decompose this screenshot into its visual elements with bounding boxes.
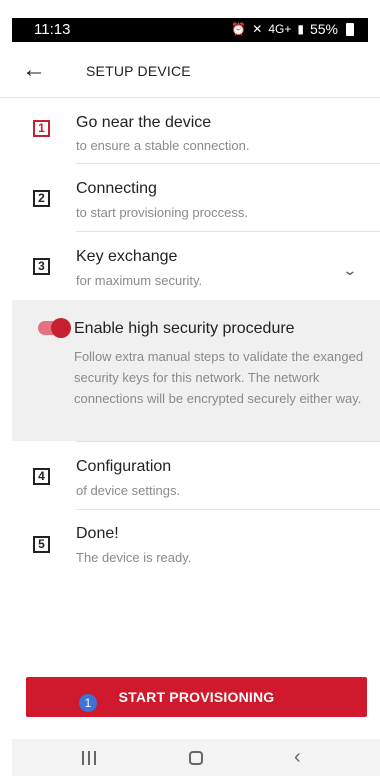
step-number: 1 (33, 120, 50, 137)
step-subtitle: for maximum security. (76, 273, 203, 288)
signal-icon: ▮ (297, 22, 304, 36)
status-bar: 11:13 ⏰ ✕ 4G+ ▮ 55% (0, 0, 380, 46)
divider (76, 231, 380, 232)
recent-apps-icon[interactable] (82, 751, 96, 765)
step-title: Connecting (76, 180, 157, 197)
status-time: 11:13 (34, 21, 71, 38)
chevron-left-icon[interactable]: ‹ (294, 746, 301, 769)
status-icons: ⏰ ✕ 4G+ ▮ 55% (231, 21, 354, 37)
step-number: 4 (33, 468, 50, 485)
security-title: Enable high security procedure (74, 320, 295, 337)
app-bar: ← SETUP DEVICE (0, 46, 380, 98)
battery-icon (346, 22, 354, 36)
high-security-toggle[interactable] (38, 318, 71, 338)
step-title: Done! (76, 525, 119, 542)
step-subtitle: to ensure a stable connection. (76, 138, 250, 153)
home-icon[interactable] (189, 751, 203, 765)
alarm-icon: ⏰ (231, 22, 247, 36)
arrow-left-icon[interactable]: ← (22, 56, 46, 84)
step-subtitle: The device is ready. (76, 550, 192, 565)
start-provisioning-button[interactable]: START PROVISIONING (26, 677, 367, 717)
chevron-down-icon[interactable]: ⌄ (343, 262, 358, 279)
notification-badge: 1 (79, 694, 97, 712)
mute-icon: ✕ (252, 22, 263, 36)
start-provisioning-label: START PROVISIONING (118, 689, 275, 705)
divider (76, 509, 380, 510)
divider (76, 163, 380, 164)
divider (76, 441, 380, 442)
security-description: Follow extra manual steps to validate th… (74, 349, 364, 406)
battery-percent: 55% (309, 21, 338, 37)
step-number: 3 (33, 258, 50, 275)
network-type: 4G+ (268, 22, 292, 36)
step-number: 2 (33, 190, 50, 207)
step-title: Key exchange (76, 248, 178, 265)
step-subtitle: of device settings. (76, 483, 181, 498)
step-subtitle: to start provisioning proccess. (76, 205, 248, 220)
page-title: SETUP DEVICE (86, 63, 191, 79)
step-title: Go near the device (76, 114, 212, 131)
toggle-knob (51, 318, 71, 338)
step-number: 5 (33, 536, 50, 553)
step-title: Configuration (76, 458, 172, 475)
